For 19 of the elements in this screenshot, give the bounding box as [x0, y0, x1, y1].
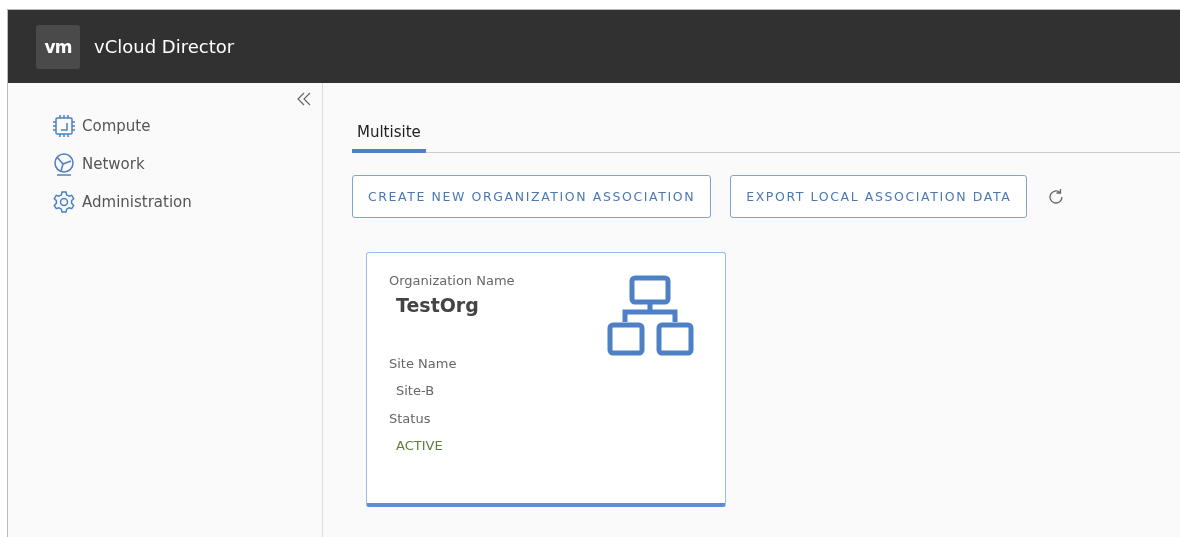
action-button[interactable]: EXPORT LOCAL ASSOCIATION DATA	[730, 175, 1028, 218]
globe-icon	[52, 152, 76, 176]
site-name: Site-B	[396, 383, 436, 398]
status-text: ACTIVE	[396, 438, 444, 453]
organization-name: TestOrg	[396, 294, 480, 316]
action-button[interactable]: CREATE NEW ORGANIZATION ASSOCIATION	[352, 175, 712, 218]
field-label: Organization Name	[389, 273, 516, 288]
field-label: Status	[389, 411, 432, 426]
org-chart-icon	[607, 275, 695, 359]
app-title: vCloud Director	[94, 36, 235, 57]
sidebar-item[interactable]: Network	[52, 151, 322, 177]
chip-icon	[52, 114, 76, 138]
tab[interactable]: Multisite	[352, 117, 426, 153]
logo: vm	[36, 24, 80, 69]
gear-icon	[52, 190, 76, 214]
sidebar-item[interactable]: Compute	[52, 113, 322, 139]
sidebar-item[interactable]: Administration	[52, 189, 322, 215]
organization-card[interactable]: Organization Name TestOrg Site Name Site-B Status ACTIVE	[366, 252, 726, 507]
field-label: Site Name	[389, 356, 458, 371]
